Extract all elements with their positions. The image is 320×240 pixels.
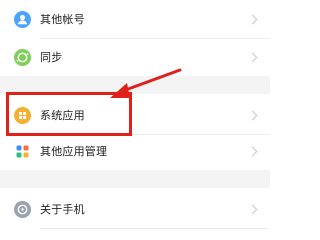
about-phone-icon [14,200,31,218]
divider [40,228,270,229]
highlight-box [6,92,132,136]
settings-item-label: 关于手机 [40,203,85,216]
chevron-right-icon [247,146,258,156]
chevron-right-icon [247,204,258,214]
settings-item-sync[interactable]: 同步 [0,38,270,76]
app-management-icon [14,143,31,160]
settings-item-about-phone[interactable]: 关于手机 [0,190,270,228]
settings-item-label: 其他应用管理 [40,145,108,158]
account-icon [14,10,31,28]
chevron-right-icon [247,52,258,62]
chevron-right-icon [247,110,258,120]
sync-icon [14,48,31,66]
chevron-right-icon [247,14,258,24]
settings-item-label: 同步 [40,51,63,64]
section-gap [0,170,270,188]
settings-item-app-management[interactable]: 其他应用管理 [0,132,270,170]
settings-item-label: 其他帐号 [40,13,85,26]
settings-item-other-accounts[interactable]: 其他帐号 [0,0,270,38]
